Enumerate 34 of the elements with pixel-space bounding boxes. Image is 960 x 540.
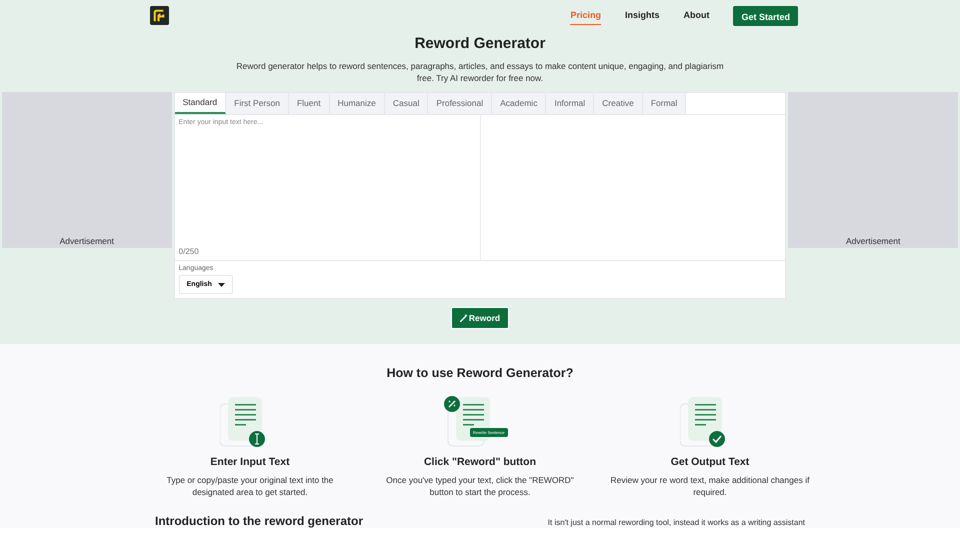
- advertisement-label: Advertisement: [846, 236, 900, 248]
- step-description: Review your re word text, make additional changes if required.: [610, 474, 810, 498]
- logo-icon[interactable]: [150, 6, 169, 25]
- nav-link[interactable]: Pricing: [570, 6, 601, 25]
- style-tab[interactable]: Creative: [594, 93, 643, 114]
- style-tab[interactable]: First Person: [226, 93, 289, 114]
- document-drawing: [220, 396, 266, 448]
- nav-link[interactable]: About: [683, 6, 710, 25]
- style-tab[interactable]: Academic: [492, 93, 546, 114]
- caret-icon: [218, 282, 225, 286]
- step-title: Get Output Text: [670, 456, 750, 468]
- document-drawing: [444, 396, 490, 448]
- get-started-button[interactable]: Get Started: [733, 6, 798, 26]
- style-tab[interactable]: Fluent: [288, 93, 330, 114]
- page-title: Reword Generator: [414, 35, 546, 52]
- page-subtitle: Reword generator helps to reword sentences, paragraphs, articles, and essays to make content unique, engaging, and plagiarism free. Try AI reworder for free now.: [235, 60, 725, 84]
- step-title: Click "Reword" button: [424, 456, 536, 468]
- style-tab[interactable]: Casual: [384, 93, 428, 114]
- step-description: Type or copy/paste your original text into the designated area to get started.: [166, 474, 334, 498]
- step-description: Once you've typed your text, click the "REWORD" button to start the process.: [385, 474, 575, 498]
- document-drawing: [680, 396, 726, 448]
- style-tab[interactable]: Humanize: [330, 93, 385, 114]
- advertisement-label: Advertisement: [60, 236, 114, 248]
- intro-text: It isn't just a normal rewording tool, instead it works as a writing assistant: [548, 518, 805, 527]
- intro-heading: Introduction to the reword generator: [155, 514, 364, 528]
- section-title: How to use Reword Generator?: [386, 366, 574, 380]
- step-title: Enter Input Text: [210, 456, 290, 468]
- wand-icon: [460, 314, 468, 322]
- nav-link[interactable]: Insights: [624, 6, 660, 25]
- style-tab[interactable]: Standard: [174, 93, 226, 114]
- reword-button[interactable]: Reword: [450, 307, 510, 329]
- style-tab[interactable]: Formal: [642, 93, 686, 114]
- style-tab[interactable]: Informal: [546, 93, 594, 114]
- style-tab[interactable]: Professional: [428, 93, 492, 114]
